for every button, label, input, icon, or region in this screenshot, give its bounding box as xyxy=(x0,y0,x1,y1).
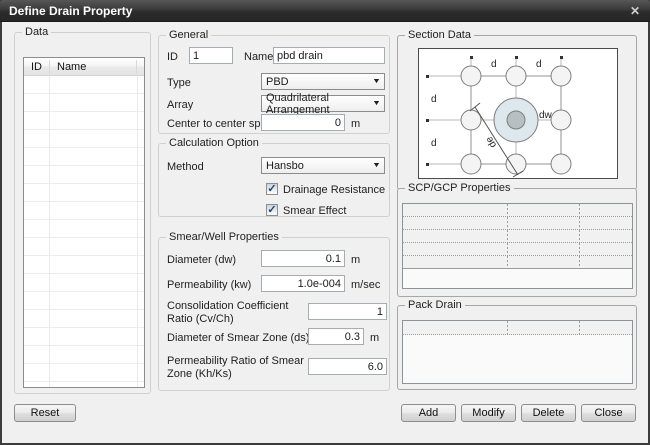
smear-zone-diameter-unit: m xyxy=(370,332,379,344)
name-input[interactable]: pbd drain xyxy=(273,47,385,64)
drainage-resistance-label: Drainage Resistance xyxy=(283,184,385,197)
data-list-body[interactable] xyxy=(24,76,144,387)
grid-column-line xyxy=(507,230,508,242)
name-label: Name xyxy=(244,51,273,64)
list-column-line xyxy=(49,76,50,387)
pack-drain-group-label: Pack Drain xyxy=(405,299,465,311)
dw-label: dw xyxy=(539,110,553,121)
smear-effect-label: Smear Effect xyxy=(283,205,346,218)
table-row[interactable] xyxy=(403,243,632,256)
permeability-kw-input[interactable]: 1.0e-004 xyxy=(261,275,345,292)
d-spacing-label: d xyxy=(431,94,437,105)
checkbox-drainage-resistance[interactable]: ✓ xyxy=(266,183,278,195)
method-dropdown[interactable]: Hansbo ▼ xyxy=(261,157,385,174)
permeability-ratio-label: Permeability Ratio of Smear Zone (Kh/Ks) xyxy=(167,355,312,381)
reset-button[interactable]: Reset xyxy=(14,404,76,422)
grid-column-line xyxy=(579,230,580,242)
pack-drain-table[interactable] xyxy=(402,320,633,384)
grid-column-line xyxy=(507,321,508,334)
dialog-title: Define Drain Property xyxy=(0,4,132,18)
data-group-label: Data xyxy=(22,26,51,38)
scp-gcp-table[interactable] xyxy=(402,203,633,289)
data-group: Data ID Name xyxy=(14,32,151,394)
array-dropdown-value: Quadrilateral Arrangement xyxy=(266,92,373,116)
type-dropdown-value: PBD xyxy=(266,76,289,88)
chevron-down-icon: ▼ xyxy=(372,100,381,107)
title-bar[interactable]: Define Drain Property ✕ xyxy=(0,0,650,22)
define-drain-property-dialog: Define Drain Property ✕ Data ID Name Gen… xyxy=(0,0,650,445)
array-dropdown[interactable]: Quadrilateral Arrangement ▼ xyxy=(261,95,385,112)
smear-well-group: Smear/Well Properties Diameter (dw) 0.1 … xyxy=(158,237,390,391)
drain-section-diagram: d d d d dw de xyxy=(418,48,618,179)
spacing-unit: m xyxy=(351,118,360,130)
check-icon: ✓ xyxy=(267,182,276,195)
modify-button[interactable]: Modify xyxy=(461,404,516,422)
smear-well-group-label: Smear/Well Properties xyxy=(166,231,282,243)
spacing-input[interactable]: 0 xyxy=(261,114,345,131)
close-button[interactable]: Close xyxy=(581,404,636,422)
chevron-down-icon: ▼ xyxy=(372,78,381,85)
close-icon[interactable]: ✕ xyxy=(630,5,640,17)
list-column-line xyxy=(137,76,138,387)
table-row[interactable] xyxy=(403,217,632,230)
table-row[interactable] xyxy=(403,230,632,243)
id-label: ID xyxy=(167,51,178,64)
permeability-kw-label: Permeability (kw) xyxy=(167,279,251,292)
grid-column-line xyxy=(579,321,580,334)
section-data-group: Section Data xyxy=(397,35,637,190)
grid-column-line xyxy=(579,217,580,229)
smear-zone-diameter-input[interactable]: 0.3 xyxy=(308,328,364,345)
method-dropdown-value: Hansbo xyxy=(266,160,304,172)
method-label: Method xyxy=(167,161,204,174)
grid-column-line xyxy=(507,256,508,268)
type-label: Type xyxy=(167,77,191,90)
calculation-group-label: Calculation Option xyxy=(166,137,262,149)
delete-button[interactable]: Delete xyxy=(521,404,576,422)
pack-drain-group: Pack Drain xyxy=(397,305,637,390)
d-spacing-label: d xyxy=(431,138,437,149)
table-row[interactable] xyxy=(403,321,632,335)
grid-column-line xyxy=(579,256,580,268)
d-spacing-label: d xyxy=(536,59,542,70)
column-separator xyxy=(136,60,137,74)
chevron-down-icon: ▼ xyxy=(372,162,381,169)
de-label: de xyxy=(484,134,499,150)
consolidation-ratio-label: Consolidation Coefficient Ratio (Cv/Ch) xyxy=(167,300,307,326)
type-dropdown[interactable]: PBD ▼ xyxy=(261,73,385,90)
d-spacing-label: d xyxy=(491,59,497,70)
calculation-option-group: Calculation Option Method Hansbo ▼ ✓ Dra… xyxy=(158,143,390,217)
general-group-label: General xyxy=(166,29,211,41)
grid-column-line xyxy=(507,243,508,255)
data-list[interactable]: ID Name xyxy=(23,57,145,388)
permeability-ratio-input[interactable]: 6.0 xyxy=(308,358,387,375)
diameter-dw-label: Diameter (dw) xyxy=(167,254,236,267)
drain-well-circle xyxy=(507,111,525,129)
grid-column-line xyxy=(579,243,580,255)
consolidation-ratio-input[interactable]: 1 xyxy=(308,303,387,320)
scp-gcp-group-label: SCP/GCP Properties xyxy=(405,182,514,194)
check-icon: ✓ xyxy=(267,203,276,216)
table-row[interactable] xyxy=(403,204,632,217)
id-input[interactable]: 1 xyxy=(189,47,233,64)
column-header-name[interactable]: Name xyxy=(50,61,136,73)
permeability-kw-unit: m/sec xyxy=(351,279,380,291)
diameter-dw-unit: m xyxy=(351,254,360,266)
grid-column-line xyxy=(579,204,580,216)
diameter-dw-input[interactable]: 0.1 xyxy=(261,250,345,267)
checkbox-smear-effect[interactable]: ✓ xyxy=(266,204,278,216)
table-row[interactable] xyxy=(403,256,632,269)
scp-gcp-group: SCP/GCP Properties xyxy=(397,188,637,297)
add-button[interactable]: Add xyxy=(401,404,456,422)
array-label: Array xyxy=(167,99,193,112)
drain-arrangement-svg: d d d d dw de xyxy=(419,49,617,178)
grid-column-line xyxy=(507,204,508,216)
column-header-id[interactable]: ID xyxy=(24,61,49,73)
general-group: General ID 1 Name pbd drain Type PBD ▼ A… xyxy=(158,35,390,134)
section-data-group-label: Section Data xyxy=(405,29,474,41)
grid-column-line xyxy=(507,217,508,229)
data-list-header[interactable]: ID Name xyxy=(24,58,144,76)
smear-zone-diameter-label: Diameter of Smear Zone (ds) xyxy=(167,332,309,345)
